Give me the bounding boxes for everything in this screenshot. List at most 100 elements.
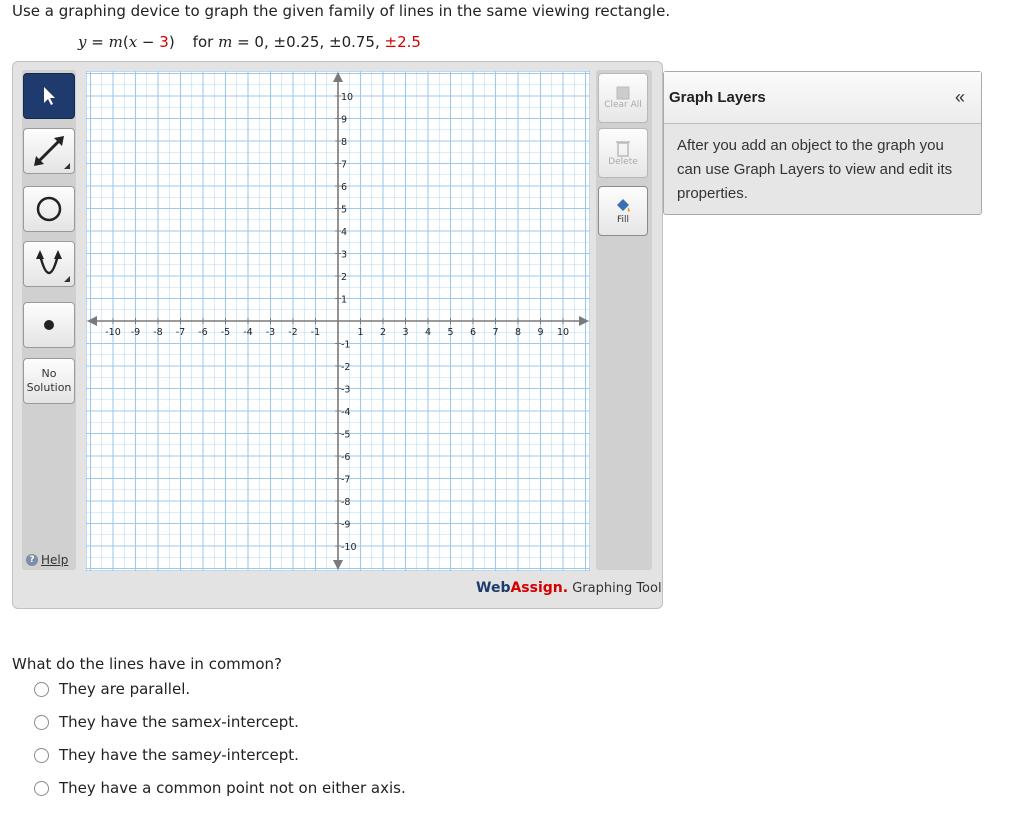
y-tick-label: 9 xyxy=(341,115,347,126)
no-solution-line1: No xyxy=(41,367,57,380)
radio-button[interactable] xyxy=(34,780,49,796)
radio-button[interactable] xyxy=(34,747,49,763)
option-text: They have the same xyxy=(59,713,213,731)
option-text: They have a common point not on either a… xyxy=(59,779,406,797)
x-tick-label: 7 xyxy=(492,327,498,338)
eq-for: for xyxy=(192,33,219,51)
instructions: Use a graphing device to graph the given… xyxy=(12,2,671,20)
x-tick-label: -6 xyxy=(198,327,207,338)
parabola-icon xyxy=(36,250,62,275)
x-tick-label: 10 xyxy=(557,327,569,338)
y-tick-label: 7 xyxy=(341,160,347,171)
y-tick-label: -4 xyxy=(341,407,350,418)
answer-option[interactable]: They are parallel. xyxy=(34,680,190,698)
trash-icon xyxy=(616,141,630,157)
clear-icon xyxy=(616,86,630,100)
option-text: They are parallel. xyxy=(59,680,191,698)
y-tick-label: 1 xyxy=(341,295,347,306)
fill-button[interactable]: Fill xyxy=(598,186,648,236)
graph-layers-description: After you add an object to the graph you… xyxy=(677,137,953,202)
eq-close: ) xyxy=(168,33,175,51)
select-tool-button[interactable] xyxy=(23,73,75,119)
x-tick-label: 3 xyxy=(402,327,408,338)
answer-option[interactable]: They have the same y -intercept. xyxy=(34,746,299,764)
x-tick-label: -1 xyxy=(311,327,320,338)
answer-option[interactable]: They have the same x -intercept. xyxy=(34,713,299,731)
y-tick-label: -2 xyxy=(341,362,350,373)
y-tick-label: -3 xyxy=(341,385,350,396)
x-tick-label: 5 xyxy=(447,327,453,338)
x-tick-label: -2 xyxy=(288,327,297,338)
x-tick-label: 1 xyxy=(357,327,363,338)
y-tick-label: -5 xyxy=(341,430,350,441)
graph-layers-panel: Graph Layers « After you add an object t… xyxy=(663,71,982,215)
eq-x: x xyxy=(128,33,138,51)
circle-icon xyxy=(36,196,62,222)
eq-m: m xyxy=(108,33,123,51)
x-tick-label: 8 xyxy=(515,327,521,338)
option-variable: x xyxy=(212,713,222,731)
no-solution-label: No Solution xyxy=(27,367,72,395)
x-tick-label: -5 xyxy=(221,327,230,338)
option-text-end: -intercept. xyxy=(221,713,299,731)
graph-canvas[interactable]: -10 -9 -8 -7 -6 -5 -4 -3 -2 -1 1 2 3 4 5 6 7 8 9 10 10 9 8 7 6 5 4… xyxy=(86,71,590,571)
help-label: Help xyxy=(41,553,69,567)
more-options-icon xyxy=(64,163,70,169)
eq-three: 3 xyxy=(159,33,169,51)
option-text: They have the same xyxy=(59,746,213,764)
parabola-tool-button[interactable] xyxy=(23,241,75,287)
radio-button[interactable] xyxy=(34,681,49,697)
delete-button[interactable]: Delete xyxy=(598,128,648,178)
eq-minus: − xyxy=(137,33,160,51)
help-link[interactable]: ? Help xyxy=(26,553,68,567)
x-tick-label: 4 xyxy=(425,327,431,338)
y-tick-label: 10 xyxy=(341,92,353,103)
graph-layers-title: Graph Layers xyxy=(669,89,766,106)
x-tick-label: 9 xyxy=(537,327,543,338)
no-solution-line2: Solution xyxy=(26,381,72,394)
eq-m2: m xyxy=(218,33,233,51)
no-solution-button[interactable]: No Solution xyxy=(23,358,75,404)
graph-layers-header: Graph Layers « xyxy=(664,72,981,124)
y-tick-label: -9 xyxy=(341,520,350,531)
x-tick-label: 6 xyxy=(470,327,476,338)
eq-values: = 0, ±0.25, ±0.75, xyxy=(232,33,385,51)
x-tick-label: -4 xyxy=(243,327,252,338)
x-tick-label: -8 xyxy=(153,327,162,338)
line-icon xyxy=(34,136,64,166)
radio-button[interactable] xyxy=(34,714,49,730)
more-options-icon xyxy=(64,276,70,282)
y-tick-label: -8 xyxy=(341,497,350,508)
brand-web: Web xyxy=(476,580,511,596)
line-tool-button[interactable] xyxy=(23,128,75,174)
y-tick-label: -6 xyxy=(341,452,350,463)
option-text-end: -intercept. xyxy=(221,746,299,764)
eq-eq1: = xyxy=(86,33,109,51)
help-icon: ? xyxy=(26,554,38,566)
paint-bucket-icon xyxy=(617,199,630,212)
answer-option[interactable]: They have a common point not on either a… xyxy=(34,779,406,797)
fill-label: Fill xyxy=(616,215,630,225)
delete-label: Delete xyxy=(608,157,638,167)
x-tick-label: -7 xyxy=(176,327,185,338)
x-tick-label: 2 xyxy=(380,327,386,338)
x-tick-label: -10 xyxy=(105,327,121,338)
y-tick-label: -10 xyxy=(341,542,357,553)
y-tick-label: 3 xyxy=(341,250,347,261)
x-tick-label: -9 xyxy=(131,327,140,338)
y-tick-label: 5 xyxy=(341,205,347,216)
question-prompt: What do the lines have in common? xyxy=(12,655,282,673)
circle-tool-button[interactable] xyxy=(23,186,75,232)
x-tick-label: -3 xyxy=(266,327,275,338)
y-tick-label: 2 xyxy=(341,272,347,283)
y-tick-label: -7 xyxy=(341,475,350,486)
pointer-icon xyxy=(44,87,55,105)
webassign-brand: WebAssign. Graphing Tool xyxy=(476,580,662,596)
y-tick-label: 8 xyxy=(341,137,347,148)
collapse-icon[interactable]: « xyxy=(955,87,965,108)
brand-assign: Assign. xyxy=(510,580,569,596)
point-tool-button[interactable] xyxy=(23,302,75,348)
clear-all-button[interactable]: Clear All xyxy=(598,73,648,123)
brand-tool: Graphing Tool xyxy=(568,581,662,596)
eq-last: ±2.5 xyxy=(384,33,421,51)
